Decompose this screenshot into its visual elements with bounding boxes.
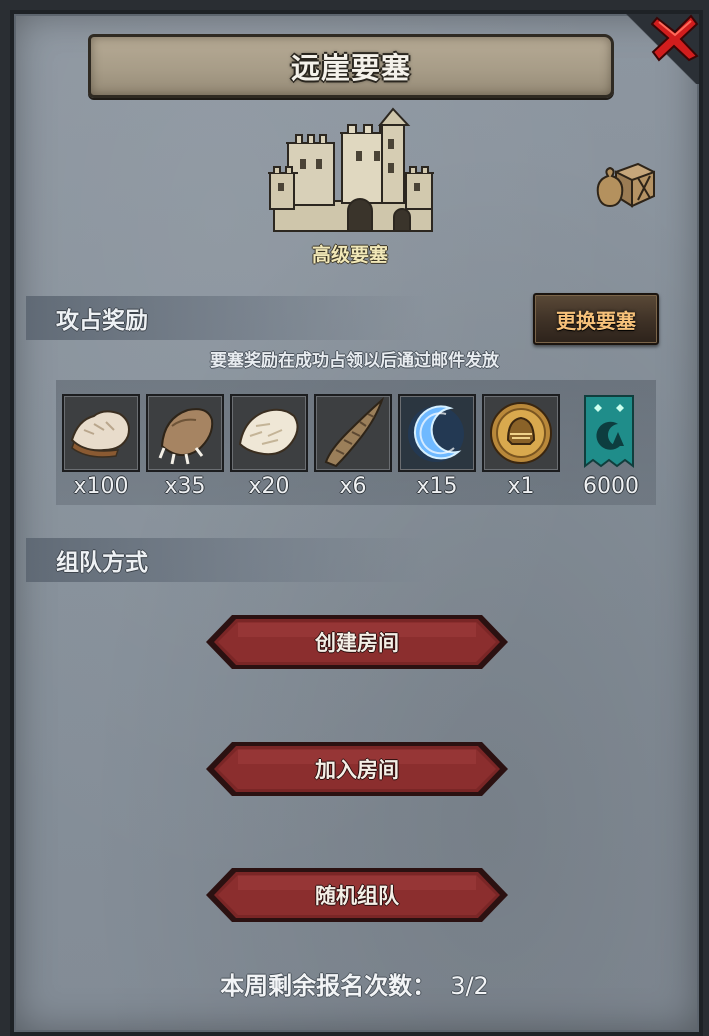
reward-count: x20 (248, 474, 290, 499)
reward-item[interactable]: x20 (230, 394, 308, 504)
reward-item[interactable]: x35 (146, 394, 224, 504)
create-room-button[interactable]: 创建房间 (204, 613, 510, 671)
random-team-button[interactable]: 随机组队 (204, 866, 510, 924)
reward-item[interactable]: x15 (398, 394, 476, 504)
reward-slot (572, 394, 646, 468)
crate-icon (596, 162, 655, 208)
reward-slot (230, 394, 308, 472)
white-fur-icon (238, 408, 299, 456)
reward-item[interactable]: x1 (482, 394, 560, 504)
close-icon (650, 14, 699, 62)
reward-slot (146, 394, 224, 472)
reward-item[interactable]: 6000 (572, 394, 650, 504)
rewards-section-title: 攻占奖励 (56, 308, 148, 334)
reward-slot (398, 394, 476, 472)
reward-item[interactable]: x6 (314, 394, 392, 504)
reward-slot (62, 394, 140, 472)
reward-count: x6 (339, 474, 367, 499)
team-section-title: 组队方式 (56, 550, 148, 576)
claw-icon (158, 408, 214, 465)
reward-count: x100 (73, 474, 129, 499)
change-fortress-label: 更换要塞 (556, 308, 636, 333)
title-banner: 远崖要塞 (88, 34, 614, 98)
change-fortress-button[interactable]: 更换要塞 (533, 293, 659, 345)
golden-helmet-medal-icon (490, 402, 552, 464)
reward-slot (482, 394, 560, 472)
crescent-moon-icon (408, 405, 464, 462)
guild-banner-icon (584, 395, 634, 468)
signup-remaining-label: 本周剩余报名次数： (220, 972, 437, 1000)
loot-bag-crate-icon[interactable] (594, 158, 656, 210)
reward-count: x1 (507, 474, 535, 499)
create-room-label: 创建房间 (315, 631, 399, 655)
fortress-castle-icon (268, 107, 434, 232)
reward-count: x35 (164, 474, 206, 499)
random-team-label: 随机组队 (315, 884, 399, 908)
join-room-button[interactable]: 加入房间 (204, 740, 510, 798)
reward-count: 6000 (583, 474, 639, 499)
team-section-header: 组队方式 (26, 538, 426, 582)
fur-pelt-icon (70, 410, 130, 458)
rewards-section-header: 攻占奖励 (26, 296, 426, 340)
join-room-label: 加入房间 (315, 758, 399, 782)
reward-notice: 要塞奖励在成功占领以后通过邮件发放 (210, 351, 499, 371)
page-title: 远崖要塞 (290, 51, 411, 85)
fortress-level-label: 高级要塞 (311, 244, 388, 266)
weekly-signup-remaining: 本周剩余报名次数： 3/2 (0, 966, 709, 1001)
signup-remaining-value: 3/2 (450, 972, 489, 1000)
close-button[interactable] (650, 14, 699, 62)
horn-icon (324, 396, 385, 468)
reward-item[interactable]: x100 (62, 394, 140, 504)
reward-slot (314, 394, 392, 472)
reward-count: x15 (416, 474, 458, 499)
